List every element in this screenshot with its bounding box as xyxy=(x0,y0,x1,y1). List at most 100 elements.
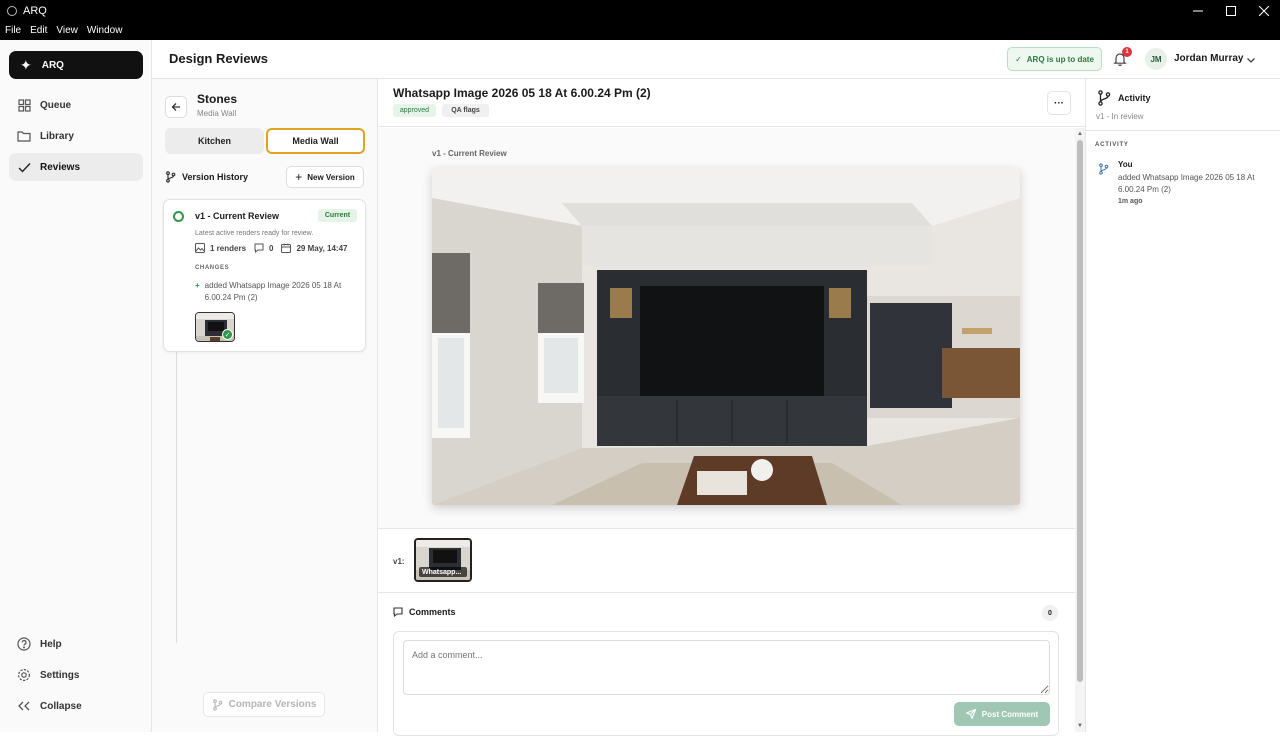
comment-composer: Post Comment xyxy=(393,631,1059,736)
grid-icon xyxy=(17,98,31,112)
version-card[interactable]: v1 - Current Review Current Latest activ… xyxy=(163,199,366,352)
plus-icon: + xyxy=(295,170,303,184)
notification-count-badge: 1 xyxy=(1122,47,1132,57)
sidebar-item-label: Collapse xyxy=(40,700,82,712)
status-badge: approved xyxy=(393,104,436,117)
asset-title: Whatsapp Image 2026 05 18 At 6.00.24 Pm … xyxy=(393,86,651,100)
tab-kitchen[interactable]: Kitchen xyxy=(165,128,264,154)
viewer-label: v1 - Current Review xyxy=(432,149,507,158)
update-status-text: ARQ is up to date xyxy=(1026,54,1094,64)
arrow-left-icon xyxy=(171,103,180,111)
git-branch-icon xyxy=(1097,90,1111,111)
sidebar-item-label: Reviews xyxy=(40,161,81,173)
plus-icon: + xyxy=(195,281,200,290)
image-viewer: v1 - Current Review xyxy=(378,128,1075,529)
strip-version-label: v1: xyxy=(393,557,405,566)
scroll-down-icon[interactable]: ▼ xyxy=(1076,722,1084,730)
new-version-button[interactable]: + New Version xyxy=(286,166,364,188)
version-history-heading: Version History xyxy=(165,171,248,183)
sidebar-item-collapse[interactable]: Collapse xyxy=(9,692,143,720)
update-status-badge[interactable]: ✓ ARQ is up to date xyxy=(1007,47,1102,71)
asset-header: Whatsapp Image 2026 05 18 At 6.00.24 Pm … xyxy=(378,79,1085,127)
current-badge: Current xyxy=(318,209,357,222)
change-text: added Whatsapp Image 2026 05 18 At 6.00.… xyxy=(204,281,342,302)
top-header: Design Reviews ✓ ARQ is up to date 1 JM … xyxy=(152,40,1280,79)
tab-media-wall[interactable]: Media Wall xyxy=(266,128,365,154)
sidebar-item-label: Settings xyxy=(40,669,80,681)
version-activity-icon xyxy=(1098,162,1109,180)
sidebar-item-help[interactable]: Help xyxy=(9,630,143,658)
qa-flags-badge[interactable]: QA flags xyxy=(442,104,489,117)
version-description: Latest active renders ready for review. xyxy=(195,230,314,237)
avatar[interactable]: JM xyxy=(1145,48,1167,70)
activity-header: Activity v1 - In review xyxy=(1086,79,1280,131)
activity-section-heading: ACTIVITY xyxy=(1095,142,1129,148)
close-icon[interactable] xyxy=(1247,0,1280,21)
compare-versions-button[interactable]: Compare Versions xyxy=(203,692,325,717)
gear-icon xyxy=(17,668,31,682)
post-comment-button[interactable]: Post Comment xyxy=(954,702,1050,726)
folder-icon xyxy=(17,129,31,143)
compare-versions-label: Compare Versions xyxy=(228,699,317,710)
sparkle-icon: ✦ xyxy=(20,56,32,73)
git-compare-icon xyxy=(212,698,222,711)
review-main: Whatsapp Image 2026 05 18 At 6.00.24 Pm … xyxy=(378,79,1085,736)
project-title: Stones xyxy=(197,92,238,106)
window-titlebar: ARQ xyxy=(0,0,1280,21)
comment-icon xyxy=(393,607,403,617)
render-image[interactable] xyxy=(432,168,1020,505)
activity-title: Activity xyxy=(1118,93,1151,103)
sidebar-item-queue[interactable]: Queue xyxy=(9,91,143,119)
user-name[interactable]: Jordan Murray xyxy=(1174,53,1243,64)
sidebar-item-library[interactable]: Library xyxy=(9,122,143,150)
comments-count: 0 xyxy=(269,243,274,253)
chevron-down-icon[interactable] xyxy=(1246,52,1256,70)
post-comment-label: Post Comment xyxy=(981,709,1039,719)
sidebar-item-reviews[interactable]: Reviews xyxy=(9,153,143,181)
scroll-up-icon[interactable]: ▲ xyxy=(1076,130,1084,138)
version-meta: 1 renders 0 29 May, 14:47 xyxy=(195,243,347,253)
help-icon xyxy=(17,637,31,651)
render-strip: v1: Whatsapp... xyxy=(378,530,1075,593)
sidebar: ✦ ARQ Queue Library Reviews Help Setting… xyxy=(0,40,152,732)
git-branch-icon xyxy=(166,171,176,183)
version-panel: Stones Media Wall Kitchen Media Wall Ver… xyxy=(152,79,378,732)
send-icon xyxy=(965,709,976,719)
more-options-button[interactable]: ··· xyxy=(1047,91,1071,115)
comment-icon xyxy=(254,243,264,253)
sidebar-item-label: Library xyxy=(40,130,74,142)
menu-view[interactable]: View xyxy=(56,25,78,36)
activity-actor: You xyxy=(1118,160,1133,169)
activity-subtitle: v1 - In review xyxy=(1096,112,1144,121)
brand-name: ARQ xyxy=(41,59,64,71)
comment-input[interactable] xyxy=(403,640,1050,695)
calendar-icon xyxy=(281,243,292,253)
maximize-icon[interactable] xyxy=(1214,0,1247,21)
sidebar-item-settings[interactable]: Settings xyxy=(9,661,143,689)
menu-bar: File Edit View Window xyxy=(0,21,1280,40)
scrollbar-thumb[interactable] xyxy=(1077,140,1083,682)
activity-text: added Whatsapp Image 2026 05 18 At 6.00.… xyxy=(1118,173,1255,194)
minimize-icon[interactable] xyxy=(1181,0,1214,21)
check-icon: ✓ xyxy=(1015,54,1022,64)
brand-logo[interactable]: ✦ ARQ xyxy=(9,51,143,79)
sidebar-item-label: Queue xyxy=(40,99,72,111)
menu-file[interactable]: File xyxy=(5,25,21,36)
page-title: Design Reviews xyxy=(169,51,268,66)
main-scrollbar[interactable]: ▲ ▼ xyxy=(1075,128,1085,732)
menu-edit[interactable]: Edit xyxy=(30,25,47,36)
version-history-label: Version History xyxy=(182,172,249,182)
renders-count: 1 renders xyxy=(210,243,247,253)
thumbnail-label: Whatsapp... xyxy=(419,567,467,577)
app-icon xyxy=(7,5,17,16)
render-thumbnail-selected[interactable]: Whatsapp... xyxy=(414,538,472,582)
activity-panel: Activity v1 - In review ACTIVITY You add… xyxy=(1085,79,1280,732)
check-icon xyxy=(17,160,31,174)
menu-window[interactable]: Window xyxy=(87,25,123,36)
comments-count-badge: 0 xyxy=(1042,605,1058,621)
changes-heading: CHANGES xyxy=(195,265,230,271)
version-title: v1 - Current Review xyxy=(195,211,280,221)
back-button[interactable] xyxy=(165,96,187,118)
image-icon xyxy=(195,243,205,253)
timeline-line xyxy=(176,351,177,643)
